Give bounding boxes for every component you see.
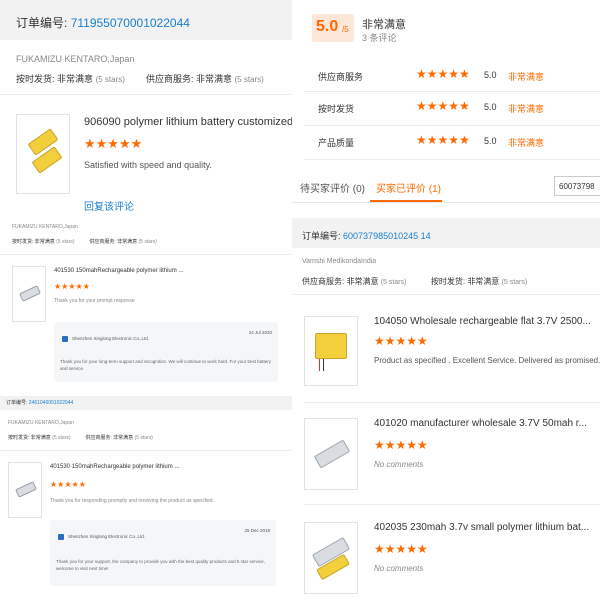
buyer-name: Vamshi MedikondaIndia xyxy=(302,258,377,265)
metric-score: 5.0 xyxy=(484,102,497,112)
product-title[interactable]: 401530 150mahRechargeable polymer lithiu… xyxy=(50,464,179,470)
company-logo-icon xyxy=(58,534,64,540)
product-thumbnail[interactable] xyxy=(304,522,358,594)
review-comment: Satisfied with speed and quality. xyxy=(84,160,212,170)
review-count: 3 条评论 xyxy=(362,33,397,43)
reply-date: 25 Dec 2019 xyxy=(244,528,270,533)
order-label: 订单编号: xyxy=(16,16,68,30)
order-header: 订单编号: 2461046001022044 xyxy=(0,396,292,410)
product-stars: ★★★★★ xyxy=(374,334,428,348)
metric-label: 按时发货 xyxy=(318,104,355,114)
metric-row: 产品质量 ★★★★★ 5.0 非常满意 xyxy=(304,126,600,160)
overall-score-box: 5.0 /5 xyxy=(312,14,354,42)
product-title[interactable]: 401020 manufacturer wholesale 3.7V 50mah… xyxy=(374,418,587,429)
order-id-link[interactable]: 711955070001022044 xyxy=(71,16,190,30)
overall-score: 5.0 xyxy=(316,18,339,35)
product-title[interactable]: 402035 230mah 3.7v small polymer lithium… xyxy=(374,522,589,533)
buyer-name: FUKAMIZU KENTARO,Japan xyxy=(16,54,135,64)
buyer-name: FUKAMIZU KENTARO,Japan xyxy=(12,224,78,230)
tab-reviewed[interactable]: 买家已评价 (1) xyxy=(376,180,441,195)
metric-row: 按时发货 ★★★★★ 5.0 非常满意 xyxy=(304,92,600,126)
reply-text: Thank you for your long-term support and… xyxy=(60,359,272,371)
metric-verdict: 非常满意 xyxy=(508,72,545,82)
metric-label: 供应商服务 xyxy=(318,72,364,82)
metric-verdict: 非常满意 xyxy=(508,138,545,148)
product-title[interactable]: 906090 polymer lithium battery customize… xyxy=(84,116,292,128)
product-stars: ★★★★★ xyxy=(374,542,428,556)
metric-label: 产品质量 xyxy=(318,138,355,148)
left-panel: 订单编号: 711955070001022044 FUKAMIZU KENTAR… xyxy=(0,0,292,600)
metric-score: 5.0 xyxy=(484,136,497,146)
company-logo-icon xyxy=(62,336,68,342)
review-comment: Thank you for your prompt response xyxy=(54,298,135,304)
buyer-name: FUKAMIZU KENTARO,Japan xyxy=(8,420,74,426)
seller-reply: Shenzhen Xinglong Electronic Co.,Ltd. 25… xyxy=(50,520,276,586)
review-comment: No comments xyxy=(374,460,424,469)
score-suffix: /5 xyxy=(342,25,349,34)
metric-verdict: 非常满意 xyxy=(508,104,545,114)
reply-company: Shenzhen Xinglong Electronic Co.,Ltd. xyxy=(72,336,150,341)
reply-comment-link[interactable]: 回复该评论 xyxy=(84,198,134,213)
tab-pending-review[interactable]: 待买家评价 (0) xyxy=(300,180,365,195)
review-comment: No comments xyxy=(374,564,424,573)
metric-stars: ★★★★★ xyxy=(416,67,470,81)
product-thumbnail[interactable] xyxy=(16,114,70,194)
metric-score: 5.0 xyxy=(484,70,497,80)
reply-date: 24 Jul 2020 xyxy=(248,330,272,335)
product-thumbnail[interactable] xyxy=(304,418,358,490)
reply-company: Shenzhen Xinglong Electronic Co.,Ltd. xyxy=(68,534,146,539)
order-id-link[interactable]: 600737985010245 14 xyxy=(343,231,431,241)
product-title[interactable]: 104050 Wholesale rechargeable flat 3.7V … xyxy=(374,316,591,327)
rating-summary: 供应商服务: 非常满意 (5 stars) 按时发货: 非常满意 (5 star… xyxy=(302,277,528,286)
product-stars: ★★★★★ xyxy=(54,282,90,291)
product-title[interactable]: 401530 150mahRechargeable polymer lithiu… xyxy=(54,268,183,274)
order-search-input[interactable]: 60073798 xyxy=(554,176,600,196)
order-header: 订单编号: 711955070001022044 xyxy=(0,0,292,40)
seller-reply: Shenzhen Xinglong Electronic Co.,Ltd. 24… xyxy=(54,322,278,382)
rating-summary: 按时发货: 非常满意 (5 stars) 供应商服务: 非常满意 (5 star… xyxy=(8,435,153,441)
product-stars: ★★★★★ xyxy=(50,480,86,489)
reply-text: Thank you for your support, the company … xyxy=(56,559,265,571)
order-id-link[interactable]: 2461046001022044 xyxy=(29,400,74,406)
product-thumbnail[interactable] xyxy=(8,462,42,518)
reviews-panel: 待买家评价 (0) 买家已评价 (1) 60073798 订单编号: 60073… xyxy=(292,170,600,600)
rating-summary: 按时发货: 非常满意 (5 stars) 供应商服务: 非常满意 (5 star… xyxy=(16,74,264,84)
metric-stars: ★★★★★ xyxy=(416,99,470,113)
product-thumbnail[interactable] xyxy=(12,266,46,322)
metric-stars: ★★★★★ xyxy=(416,133,470,147)
product-thumbnail[interactable] xyxy=(304,316,358,386)
product-stars: ★★★★★ xyxy=(84,136,143,151)
product-stars: ★★★★★ xyxy=(374,438,428,452)
order-header: 订单编号: 600737985010245 14 xyxy=(292,218,600,248)
review-comment: Product as specified . Excellent Service… xyxy=(374,356,600,365)
rating-overview-panel: 5.0 /5 非常满意 3 条评论 供应商服务 ★★★★★ 5.0 非常满意 按… xyxy=(304,0,600,170)
metric-row: 供应商服务 ★★★★★ 5.0 非常满意 xyxy=(304,56,600,92)
rating-summary: 按时发货: 非常满意 (5 stars) 供应商服务: 非常满意 (5 star… xyxy=(12,239,157,245)
overall-verdict: 非常满意 xyxy=(362,19,406,31)
review-comment: Thank you for responding promptly and re… xyxy=(50,498,214,504)
